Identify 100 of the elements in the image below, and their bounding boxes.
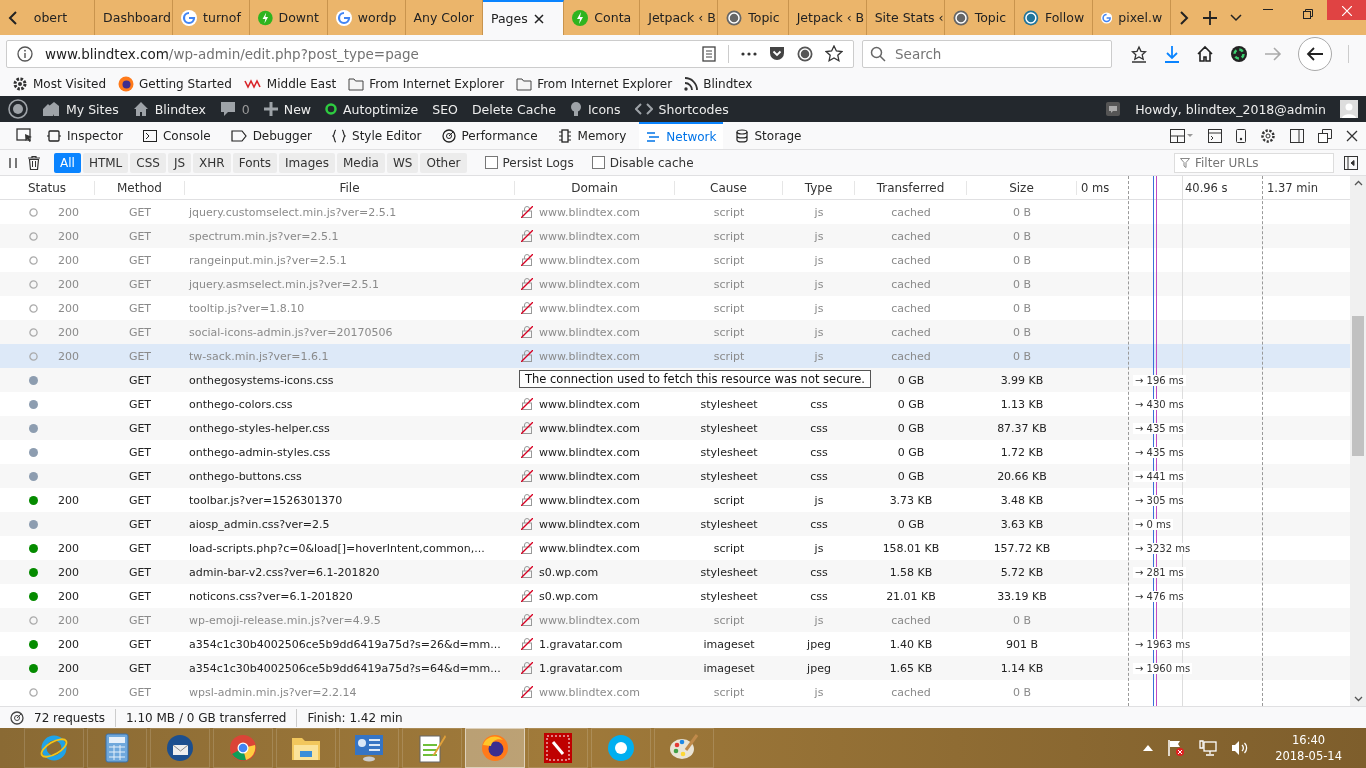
settings-icon[interactable] <box>1260 127 1276 144</box>
device-icon[interactable] <box>1236 128 1246 143</box>
bookmark-item[interactable]: Getting Started <box>118 76 232 92</box>
bookmark-item[interactable]: From Internet Explorer <box>516 77 673 91</box>
pause-icon[interactable] <box>8 157 18 168</box>
taskbar-app[interactable] <box>465 728 525 768</box>
devtools-tab[interactable]: Memory <box>550 122 634 149</box>
bookmark-item[interactable]: From Internet Explorer <box>348 77 505 91</box>
bookmark-item[interactable]: Blindtex <box>684 77 753 91</box>
speaker-icon[interactable] <box>1231 740 1250 756</box>
close-window-button[interactable] <box>1327 0 1366 20</box>
bookmarks-icon[interactable] <box>1130 44 1148 63</box>
user-greeting[interactable]: Howdy, blindtex_2018@admin <box>1135 101 1326 117</box>
toggle-panel-icon[interactable] <box>1344 155 1358 170</box>
request-row[interactable]: 200 GET load-scripts.php?c=0&load[]=hoverIntent,common,... www.blindtex.com script js 158.01 KB 157.72 KB → 3232 ms <box>0 536 1350 560</box>
notification-icon[interactable] <box>1105 101 1122 117</box>
request-row[interactable]: 200 GET jquery.customselect.min.js?ver=2.5.1 www.blindtex.com script js cached 0 B <box>0 200 1350 224</box>
admin-bar-item[interactable]: 0 <box>219 101 250 117</box>
color-wheel-icon[interactable] <box>1230 44 1248 63</box>
taskbar-app[interactable] <box>654 728 714 768</box>
clock[interactable]: 16:40 2018-05-14 <box>1275 732 1342 764</box>
filter-button[interactable]: Fonts <box>232 152 278 173</box>
caret-up-icon[interactable] <box>1143 745 1154 751</box>
scrollbar[interactable] <box>1350 176 1366 706</box>
filter-button[interactable]: Other <box>420 152 467 173</box>
request-row[interactable]: GET onthego-admin-styles.css www.blindtex.com stylesheet css 0 GB 1.72 KB → 435 ms <box>0 440 1350 464</box>
devtools-tab[interactable]: Inspector <box>40 122 130 149</box>
element-picker-icon[interactable] <box>16 127 34 144</box>
devtools-tab[interactable]: Network <box>639 122 724 149</box>
sidebar-icon[interactable] <box>1290 128 1304 143</box>
home-icon[interactable] <box>1196 44 1214 63</box>
request-row[interactable]: 200 GET tooltip.js?ver=1.8.10 www.blindtex.com script js cached 0 B <box>0 296 1350 320</box>
column-header[interactable]: Method <box>95 180 185 195</box>
request-row[interactable]: 200 GET a354c1c30b4002506ce5b9dd6419a75d?s=64&d=mm... 1.gravatar.com imageset jpeg 1.65 KB 1.14 KB → 1960 ms <box>0 656 1350 680</box>
column-header[interactable]: Type <box>783 180 855 195</box>
column-header[interactable]: Status <box>0 180 95 195</box>
taskbar-app[interactable] <box>150 728 210 768</box>
option-checkbox[interactable]: Persist Logs <box>484 155 574 170</box>
admin-bar-item[interactable]: Icons <box>569 101 621 117</box>
column-header[interactable]: Transferred <box>855 180 967 195</box>
back-button[interactable] <box>1298 36 1332 71</box>
request-row[interactable]: 200 GET rangeinput.min.js?ver=2.5.1 www.blindtex.com script js cached 0 B <box>0 248 1350 272</box>
column-header[interactable]: Domain <box>515 180 675 195</box>
filter-button[interactable]: Media <box>336 152 385 173</box>
devtools-tab[interactable]: Console <box>136 122 218 149</box>
admin-bar-item[interactable]: Autoptimize <box>325 101 419 117</box>
column-header[interactable]: Cause <box>675 180 783 195</box>
filter-button[interactable]: All <box>54 152 81 173</box>
logo-icon[interactable] <box>797 45 813 62</box>
filter-button[interactable]: CSS <box>130 152 166 173</box>
request-row[interactable]: 200 GET admin-bar-v2.css?ver=6.1-201820 s0.wp.com stylesheet css 1.58 KB 5.72 KB → 281 ms <box>0 560 1350 584</box>
devtools-tab[interactable]: Performance <box>434 122 545 149</box>
performance-icon[interactable] <box>10 710 24 725</box>
layout-icon[interactable] <box>1170 128 1194 143</box>
taskbar-app[interactable] <box>402 728 462 768</box>
admin-bar-item[interactable]: Shortcodes <box>634 101 729 117</box>
network-monitor-icon[interactable] <box>1199 740 1218 756</box>
logo-icon[interactable] <box>8 99 28 119</box>
request-row[interactable]: GET onthego-colors.css www.blindtex.com stylesheet css 0 GB 1.13 KB → 430 ms <box>0 392 1350 416</box>
admin-bar-item[interactable]: Delete Cache <box>471 101 556 117</box>
request-row[interactable]: GET aiosp_admin.css?ver=2.5 www.blindtex.com stylesheet css 0 GB 3.63 KB → 0 ms <box>0 512 1350 536</box>
taskbar-app[interactable] <box>87 728 147 768</box>
request-row[interactable]: 200 GET a354c1c30b4002506ce5b9dd6419a75d?s=26&d=mm... 1.gravatar.com imageset jpeg 1.40 KB 901 B → 1963 ms <box>0 632 1350 656</box>
taskbar-app[interactable] <box>591 728 651 768</box>
filter-button[interactable]: HTML <box>82 152 129 173</box>
download-icon[interactable] <box>1164 44 1180 63</box>
option-checkbox[interactable]: Disable cache <box>591 155 694 170</box>
taskbar-app[interactable] <box>339 728 399 768</box>
close-icon[interactable] <box>533 13 544 24</box>
more-icon[interactable] <box>741 51 757 56</box>
request-row[interactable]: 200 GET noticons.css?ver=6.1-201820 s0.wp.com stylesheet css 21.01 KB 33.19 KB → 476 ms <box>0 584 1350 608</box>
request-row[interactable]: GET onthego-styles-helper.css www.blindtex.com stylesheet css 0 GB 87.37 KB → 435 ms <box>0 416 1350 440</box>
admin-bar-item[interactable]: SEO <box>432 101 458 117</box>
request-row[interactable]: GET onthegosystems-icons.css The connection used to fetch this resource was not secure. 0 GB 3.99 KB → 196 ms <box>0 368 1350 392</box>
request-row[interactable]: GET onthego-buttons.css www.blindtex.com stylesheet css 0 GB 20.66 KB → 441 ms <box>0 464 1350 488</box>
devtools-tab[interactable]: Debugger <box>223 122 320 149</box>
star-icon[interactable] <box>825 45 843 62</box>
close-icon[interactable] <box>1346 129 1358 142</box>
filter-button[interactable]: Images <box>279 152 335 173</box>
admin-bar-item[interactable]: My Sites <box>42 101 119 117</box>
filter-button[interactable]: JS <box>167 152 192 173</box>
reader-view-icon[interactable] <box>702 45 716 62</box>
taskbar-app[interactable] <box>276 728 336 768</box>
admin-bar-item[interactable]: New <box>263 101 312 117</box>
flag-error-icon[interactable] <box>1167 739 1186 757</box>
column-header[interactable]: File <box>185 180 515 195</box>
bookmark-item[interactable]: Most Visited <box>12 76 107 92</box>
admin-bar-item[interactable]: Blindtex <box>132 101 206 117</box>
request-row[interactable]: 200 GET wpsl-admin.min.js?ver=2.2.14 www.blindtex.com script js cached 0 B <box>0 680 1350 704</box>
filter-urls-field[interactable]: Filter URLs <box>1174 152 1334 173</box>
separate-window-icon[interactable] <box>1318 128 1332 143</box>
filter-button[interactable]: WS <box>386 152 419 173</box>
search-field[interactable]: Search <box>862 39 1112 68</box>
console-icon[interactable] <box>1208 128 1222 143</box>
trash-icon[interactable] <box>28 155 40 170</box>
request-row[interactable]: 200 GET toolbar.js?ver=1526301370 www.blindtex.com script js 3.73 KB 3.48 KB → 305 ms <box>0 488 1350 512</box>
pocket-icon[interactable] <box>769 46 785 61</box>
devtools-tab[interactable]: Style Editor <box>325 122 429 149</box>
taskbar-app[interactable] <box>213 728 273 768</box>
browser-tab[interactable]: Pages <box>483 0 565 35</box>
